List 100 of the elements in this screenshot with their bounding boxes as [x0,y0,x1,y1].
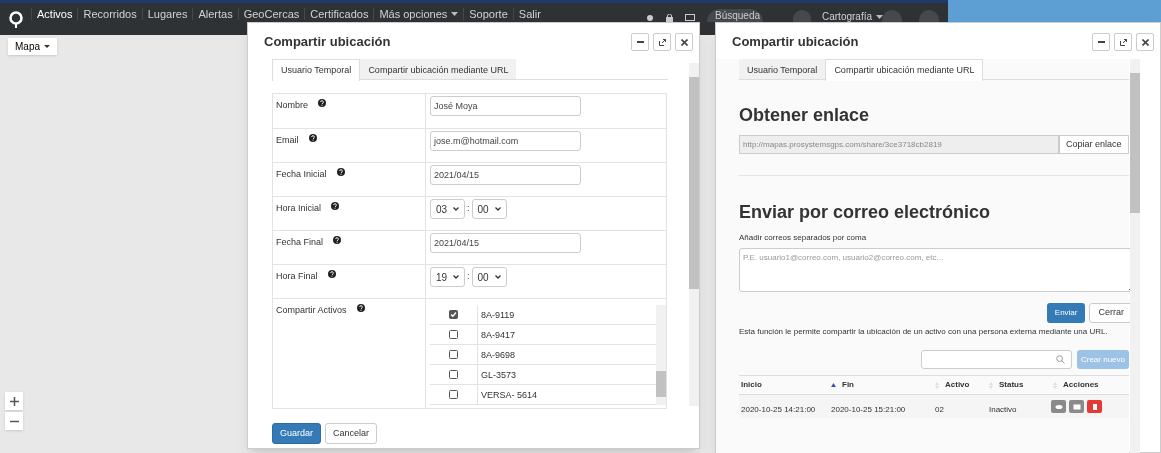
tab[interactable]: Usuario Temporal [739,59,826,79]
chevron-icon [494,275,501,279]
view-button[interactable] [1051,400,1066,413]
sort-ascending-icon [831,383,836,387]
close-button[interactable] [675,33,693,51]
nav-link[interactable]: Más opciones [373,8,464,20]
chevron-icon [494,207,501,211]
email-button[interactable] [1069,400,1084,413]
minimize-button[interactable] [631,33,649,51]
send-button[interactable]: Enviar [1046,303,1086,323]
plus-icon [9,396,19,406]
caret-icon [876,14,884,19]
close-icon [1141,38,1149,46]
checkbox[interactable] [449,310,458,319]
field-label: Fecha Final [276,236,324,249]
dialog-title: Compartir ubicación [732,33,859,52]
field-label: Fecha Inicial [276,168,327,181]
column-header[interactable]: Status [999,379,1024,391]
nav-link[interactable]: Alertas [192,8,238,20]
field-label: Email [276,134,299,147]
table-cell: 02 [935,404,944,414]
description-text: Esta función le permite compartir la ubicación de un activo con una persona externa mediante una URL. [739,326,1109,338]
chevron-icon [453,207,459,211]
tab[interactable]: Usuario Temporal [272,59,361,81]
chevron-icon [453,275,459,279]
popout-button[interactable] [1114,33,1132,51]
copy-link-button[interactable]: Copiar enlace [1059,135,1129,154]
nav-link[interactable]: Activos [31,8,78,20]
delete-button[interactable] [1087,400,1102,413]
field-label: Compartir Activos [276,304,347,317]
nav-link[interactable]: Lugares [141,8,193,20]
field-label: Nombre [276,99,308,112]
scrollbar[interactable] [1130,59,1140,453]
help-icon [327,270,336,278]
asset-name: 8A-9417 [480,329,516,342]
scrollbar[interactable] [656,305,666,405]
scrollbar-thumb[interactable] [689,77,699,289]
nav-link[interactable]: Certificados [304,8,374,20]
section-heading: Enviar por correo electrónico [739,201,992,224]
zoom-in-button[interactable] [5,392,23,410]
asset-name: GL-3573 [480,369,517,382]
table-cell: 2020-10-25 15:21:00 [831,404,906,414]
table-cell: 2020-10-25 14:21:00 [741,404,816,414]
select-field[interactable]: 00 [471,199,507,219]
scrollbar-thumb[interactable] [656,371,666,397]
cartography-dropdown[interactable]: Cartografía [822,11,884,22]
time-separator: : [467,202,470,216]
nav-link[interactable]: GeoCercas [237,8,305,20]
asset-name: 8A-9698 [480,349,516,362]
select-field[interactable]: 03 [430,199,465,219]
caret-icon [451,12,459,16]
input-field[interactable]: jose.m@hotmail.com [430,131,581,151]
dialog-title: Compartir ubicación [264,33,391,52]
checkbox[interactable] [449,350,458,359]
nav-link[interactable]: Salir [512,8,546,20]
search-icon [1055,355,1065,364]
help-icon [333,236,342,244]
search-field[interactable] [920,350,1072,369]
tab[interactable]: Compartir ubicación mediante URL [360,59,517,79]
column-header[interactable]: Activo [945,379,970,391]
scrollbar[interactable] [689,63,699,406]
nav-link[interactable]: Recorridos [77,8,142,20]
nav-link[interactable]: Soporte [463,8,513,20]
map-type-button[interactable]: Mapa [8,38,57,55]
help-icon [331,202,340,210]
close-button[interactable] [1136,33,1154,51]
input-field[interactable]: José Moya [430,96,581,116]
input-field[interactable]: 2021/04/15 [430,233,581,253]
checkbox[interactable] [449,370,458,379]
column-header[interactable]: Inicio [741,379,762,391]
popout-button[interactable] [653,33,671,51]
asset-name: 8A-9119 [480,309,515,322]
help-icon [308,134,317,142]
minimize-icon [636,41,644,43]
section-heading: Obtener enlace [739,104,871,127]
save-button[interactable]: Guardar [272,423,322,444]
minimize-icon [1097,41,1105,43]
field-label: Hora Inicial [276,202,322,215]
minimize-button[interactable] [1092,33,1110,51]
select-field[interactable]: 00 [471,267,507,287]
checkbox[interactable] [449,390,458,399]
search-field[interactable]: Búsqueda [707,9,763,22]
scrollbar-thumb[interactable] [1130,73,1140,213]
table-cell: Inactivo [989,404,1017,414]
close-form-button[interactable]: Cerrar [1089,303,1133,323]
input-field[interactable]: 2021/04/15 [430,165,581,185]
select-field[interactable]: 19 [430,267,465,287]
delete-icon [1090,403,1099,410]
help-icon [356,304,365,312]
close-icon [680,38,688,46]
view-icon [1054,403,1063,410]
field-label: Hora Final [276,270,318,283]
popout-icon [1119,38,1127,46]
zoom-out-button[interactable] [5,412,23,430]
logo-icon [9,11,23,29]
tab[interactable]: Compartir ubicación mediante URL [825,59,984,81]
column-header[interactable]: Fin [842,379,854,391]
checkbox[interactable] [449,330,458,339]
cancel-button[interactable]: Cancelar [325,423,378,444]
column-header[interactable]: Acciones [1063,379,1099,391]
